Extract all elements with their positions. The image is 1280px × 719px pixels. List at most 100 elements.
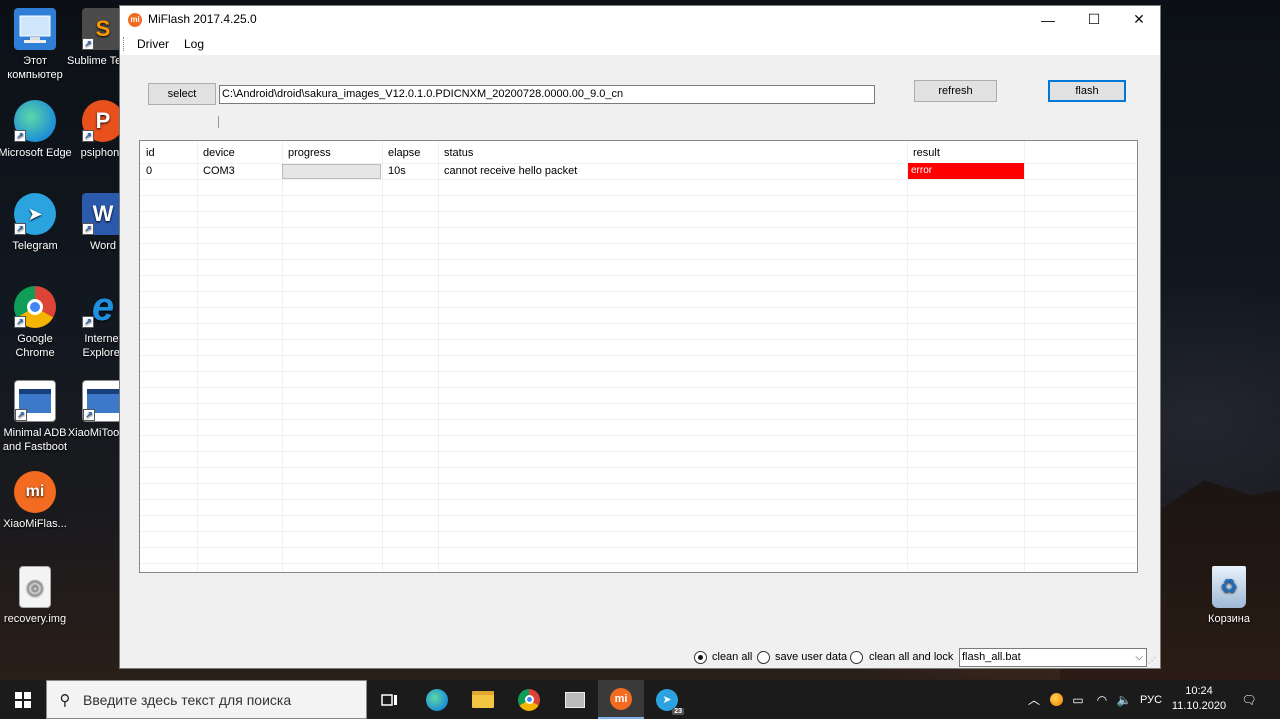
network-icon: ▭ (1072, 692, 1084, 707)
grid-row-divider (140, 547, 1137, 548)
desktop-icon-label: Microsoft Edge (0, 147, 72, 159)
maximize-button[interactable]: ☐ (1071, 6, 1117, 33)
taskbar-search-box[interactable]: ⚲ Введите здесь текст для поиска (46, 680, 367, 719)
grid-row-divider (140, 275, 1137, 276)
column-header-result[interactable]: result (907, 141, 1024, 163)
cell-status: cannot receive hello packet (444, 165, 578, 177)
windows-logo-icon (15, 691, 31, 708)
menu-grip (123, 37, 125, 51)
column-header-status[interactable]: status (438, 141, 907, 163)
edge-icon: ↗ (14, 100, 56, 142)
desktop-icon-minimal-adb[interactable]: ↗ Minimal ADB and Fastboot (0, 380, 72, 454)
grid-column-divider (438, 141, 439, 572)
radio-clean-all-and-lock-label[interactable]: clean all and lock (869, 651, 953, 664)
desktop-icon-this-pc[interactable]: Этот компьютер (0, 8, 72, 82)
grid-row-divider (140, 227, 1137, 228)
desktop-icon-label: Корзина (1208, 613, 1250, 625)
sublime-text-icon: S ↗ (82, 8, 124, 50)
close-button[interactable]: ✕ (1116, 6, 1162, 33)
desktop-icon-label: Minimal ADB and Fastboot (2, 427, 68, 453)
desktop-icon-label: recovery.img (3, 613, 67, 625)
maximize-icon: ☐ (1087, 11, 1101, 27)
miflash-window: mi MiFlash 2017.4.25.0 — ☐ ✕ Driver Log … (119, 5, 1161, 669)
language-indicator[interactable]: РУС (1136, 680, 1166, 719)
grid-row-divider (140, 435, 1137, 436)
column-header-device[interactable]: device (197, 141, 282, 163)
notifications-button[interactable]: 🗨 (1236, 680, 1262, 719)
device-grid: id device progress elapse status result 0 COM3 1… (139, 140, 1138, 573)
taskbar-telegram[interactable]: ➤ 23 (644, 680, 690, 719)
taskbar-edge[interactable] (414, 680, 460, 719)
grid-row-divider (140, 403, 1137, 404)
minimize-button[interactable]: — (1025, 6, 1071, 33)
radio-save-user-data[interactable] (757, 651, 770, 664)
desktop-icon-xiaomiflash[interactable]: mi XiaoMiFlas... (0, 471, 72, 531)
desktop-icon-telegram[interactable]: ➤ ↗ Telegram (0, 193, 72, 253)
chevron-down-icon: ⌵ (1135, 652, 1143, 663)
flash-script-value: flash_all.bat (962, 651, 1021, 663)
search-placeholder: Введите здесь текст для поиска (83, 691, 292, 708)
column-header-elapse[interactable]: elapse (382, 141, 438, 163)
shortcut-arrow-icon: ↗ (14, 316, 26, 328)
start-button[interactable] (0, 680, 46, 719)
notification-badge: 23 (672, 707, 684, 715)
flash-script-select[interactable]: flash_all.bat ⌵ (959, 648, 1147, 667)
grid-row-divider (140, 515, 1137, 516)
radio-clean-all[interactable] (694, 651, 707, 664)
shortcut-arrow-icon: ↗ (14, 223, 26, 235)
shortcut-arrow-icon: ↗ (14, 130, 26, 142)
chrome-icon: ↗ (14, 286, 56, 328)
menu-log[interactable]: Log (184, 37, 204, 51)
flash-button[interactable]: flash (1048, 80, 1126, 102)
desktop-icon-label: Internet Explorer (82, 333, 124, 359)
cell-device: COM3 (203, 165, 235, 177)
grid-row-divider (140, 339, 1137, 340)
desktop-icon-edge[interactable]: ↗ Microsoft Edge (0, 100, 72, 160)
firmware-path-input[interactable]: C:\Android\droid\sakura_images_V12.0.1.0… (219, 85, 875, 104)
grid-row-divider (140, 307, 1137, 308)
clock-time: 10:24 (1185, 685, 1213, 697)
column-header-id[interactable]: id (140, 141, 197, 163)
resize-grip-icon[interactable]: ⋰ (1148, 656, 1158, 666)
taskbar: ⚲ Введите здесь текст для поиска mi ➤ 23… (0, 680, 1280, 719)
taskbar-clock[interactable]: 10:24 11.10.2020 (1164, 684, 1234, 714)
shortcut-arrow-icon: ↗ (15, 409, 27, 421)
tray-weather[interactable] (1046, 680, 1066, 719)
taskbar-file-explorer[interactable] (460, 680, 506, 719)
menu-driver[interactable]: Driver (137, 37, 169, 51)
radio-clean-all-label[interactable]: clean all (712, 651, 752, 664)
shortcut-arrow-icon: ↗ (83, 409, 95, 421)
grid-row-divider (140, 243, 1137, 244)
taskbar-chrome[interactable] (506, 680, 552, 719)
select-button[interactable]: select (148, 83, 216, 105)
chrome-icon (518, 688, 540, 711)
desktop-icon-label: Telegram (12, 240, 58, 252)
clock-date: 11.10.2020 (1171, 700, 1227, 712)
refresh-button[interactable]: refresh (914, 80, 997, 102)
tray-network[interactable]: ▭ (1068, 680, 1088, 719)
desktop-icon-recycle-bin[interactable]: ♻ Корзина (1192, 566, 1266, 626)
grid-column-divider (197, 141, 198, 572)
desktop-icon-label: Word (89, 240, 117, 252)
grid-row-divider (140, 291, 1137, 292)
psiphon-icon: P ↗ (82, 100, 124, 142)
grid-row-divider (140, 371, 1137, 372)
taskbar-tool-app[interactable] (552, 680, 598, 719)
window-app-icon: ↗ (14, 380, 56, 422)
radio-clean-all-and-lock[interactable] (850, 651, 863, 664)
search-icon: ⚲ (59, 691, 71, 709)
desktop-icon-chrome[interactable]: ↗ Google Chrome (0, 286, 72, 360)
tray-volume[interactable]: 🔈 (1114, 680, 1134, 719)
mi-logo-icon: mi (128, 13, 142, 27)
column-header-progress[interactable]: progress (282, 141, 382, 163)
window-title: MiFlash 2017.4.25.0 (148, 12, 257, 26)
title-bar[interactable]: mi MiFlash 2017.4.25.0 — ☐ ✕ (120, 6, 1160, 33)
telegram-icon: ➤ ↗ (14, 193, 56, 235)
tray-wifi[interactable]: ◠ (1092, 680, 1112, 719)
task-view-button[interactable] (367, 680, 413, 719)
radio-save-user-data-label[interactable]: save user data (775, 651, 847, 664)
taskbar-miflash[interactable]: mi (598, 680, 644, 719)
show-hidden-icons-button[interactable]: ︿ (1024, 680, 1044, 719)
desktop-icon-recovery-img[interactable]: ◎ recovery.img (0, 566, 72, 626)
grid-row-divider (140, 531, 1137, 532)
